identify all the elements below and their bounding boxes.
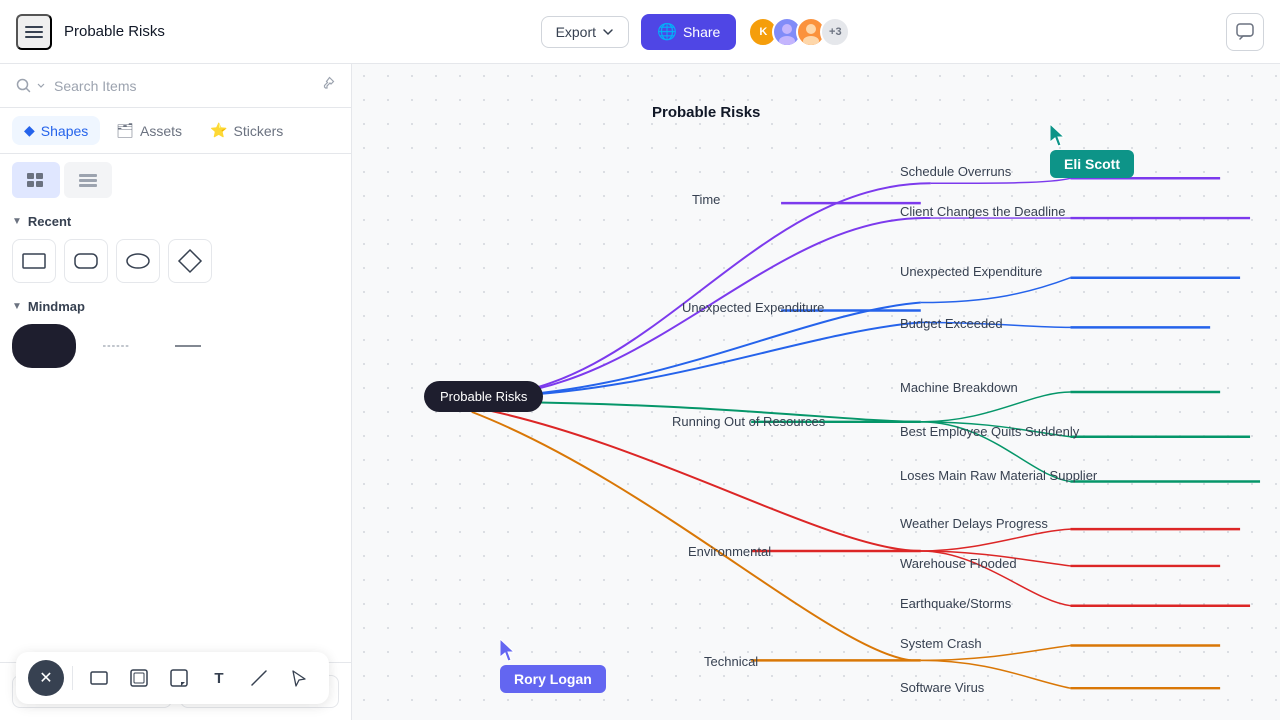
mindmap-connector-dashed[interactable] — [84, 324, 148, 368]
eli-scott-cursor-icon — [1050, 124, 1070, 148]
comment-button[interactable] — [1226, 13, 1264, 51]
mindmap-connector-solid[interactable] — [156, 324, 220, 368]
sg-tab-1[interactable] — [12, 162, 60, 198]
avatar-overflow[interactable]: +3 — [820, 17, 850, 47]
branch-time: Time — [692, 192, 720, 207]
document-title: Probable Risks — [64, 23, 165, 40]
sticky-tool[interactable] — [161, 660, 197, 696]
leaf-unexpected-expenditure: Unexpected Expenditure — [900, 264, 1042, 279]
grid-icon — [27, 173, 45, 187]
search-icon — [16, 78, 32, 94]
assets-tab-label: Assets — [140, 123, 182, 139]
shapes-tab-icon: ◆ — [24, 122, 35, 139]
leaf-best-employee: Best Employee Quits Suddenly — [900, 424, 1079, 439]
pointer-tool[interactable] — [281, 660, 317, 696]
line-tool[interactable] — [241, 660, 277, 696]
bottom-toolbar: ✕ T — [16, 652, 329, 704]
menu-button[interactable] — [16, 14, 52, 50]
line-icon — [250, 669, 268, 687]
list-icon — [79, 173, 97, 187]
leaf-budget-exceeded: Budget Exceeded — [900, 316, 1003, 331]
recent-section-header[interactable]: ▼ Recent — [12, 214, 339, 229]
leaf-system-crash: System Crash — [900, 636, 982, 651]
shape-group-tabs — [0, 154, 351, 206]
assets-tab-icon: 🗂 — [116, 122, 134, 139]
leaf-warehouse: Warehouse Flooded — [900, 556, 1017, 571]
pointer-icon — [290, 669, 308, 687]
rectangle-icon — [90, 669, 108, 687]
leaf-weather: Weather Delays Progress — [900, 516, 1048, 531]
shapes-content: ▼ Recent ▼ Mindmap — [0, 206, 351, 662]
sidebar-tabs: ◆ Shapes 🗂 Assets ⭐ Stickers — [0, 108, 351, 154]
tab-assets[interactable]: 🗂 Assets — [104, 116, 194, 145]
frame-tool[interactable] — [121, 660, 157, 696]
branch-resources: Running Out of Resources — [672, 414, 825, 429]
globe-icon: 🌐 — [657, 22, 677, 42]
eli-scott-label: Eli Scott — [1050, 150, 1134, 178]
toolbar-separator-1 — [72, 666, 73, 690]
shape-ellipse[interactable] — [116, 239, 160, 283]
rory-logan-cursor-icon — [500, 639, 520, 663]
sidebar: ◆ Shapes 🗂 Assets ⭐ Stickers — [0, 64, 352, 720]
comment-icon — [1236, 23, 1254, 41]
collaborator-avatars: K +3 — [748, 17, 850, 47]
export-button[interactable]: Export — [541, 16, 629, 48]
leaf-software-virus: Software Virus — [900, 680, 984, 695]
search-bar — [0, 64, 351, 108]
branch-technical: Technical — [704, 654, 758, 669]
mindmap-label: Mindmap — [28, 299, 85, 314]
tab-shapes[interactable]: ◆ Shapes — [12, 116, 100, 145]
mindmap-node[interactable] — [12, 324, 76, 368]
export-label: Export — [556, 24, 596, 40]
header: Probable Risks Export 🌐 Share K +3 — [0, 0, 1280, 64]
menu-icon — [25, 23, 43, 41]
close-tool-button[interactable]: ✕ — [28, 660, 64, 696]
shape-diamond[interactable] — [168, 239, 212, 283]
rory-logan-label: Rory Logan — [500, 665, 606, 693]
leaf-raw-material: Loses Main Raw Material Supplier — [900, 468, 1097, 483]
center-node-label: Probable Risks — [440, 389, 527, 404]
leaf-machine-breakdown: Machine Breakdown — [900, 380, 1018, 395]
pin-icon — [321, 76, 335, 95]
branch-environmental: Environmental — [688, 544, 771, 559]
share-label: Share — [683, 24, 720, 40]
mindmap-chevron: ▼ — [12, 301, 22, 312]
frame-icon — [130, 669, 148, 687]
search-dropdown-icon — [36, 81, 46, 91]
canvas[interactable]: Probable Risks — [352, 64, 1280, 720]
stickers-tab-label: Stickers — [234, 123, 284, 139]
leaf-schedule-overruns: Schedule Overruns — [900, 164, 1011, 179]
search-input[interactable] — [54, 78, 313, 94]
center-node[interactable]: Probable Risks — [424, 381, 543, 412]
recent-shapes-grid — [12, 239, 339, 283]
mindmap-section-header[interactable]: ▼ Mindmap — [12, 299, 339, 314]
branch-unexpected: Unexpected Expenditure — [682, 300, 824, 315]
shape-rectangle[interactable] — [12, 239, 56, 283]
tab-stickers[interactable]: ⭐ Stickers — [198, 116, 295, 145]
recent-label: Recent — [28, 214, 71, 229]
text-tool[interactable]: T — [201, 660, 237, 696]
chevron-down-icon — [602, 26, 614, 38]
shape-rounded-rect[interactable] — [64, 239, 108, 283]
sg-tab-2[interactable] — [64, 162, 112, 198]
shapes-tab-label: Shapes — [41, 123, 88, 139]
stickers-tab-icon: ⭐ — [210, 122, 227, 139]
rectangle-tool[interactable] — [81, 660, 117, 696]
recent-chevron: ▼ — [12, 216, 22, 227]
eli-scott-pointer: Eli Scott — [1050, 124, 1134, 178]
leaf-earthquake: Earthquake/Storms — [900, 596, 1011, 611]
sticky-icon — [170, 669, 188, 687]
share-button[interactable]: 🌐 Share — [641, 14, 736, 50]
rory-logan-pointer: Rory Logan — [500, 639, 606, 693]
leaf-client-changes: Client Changes the Deadline — [900, 204, 1066, 219]
search-icon-wrap — [16, 78, 46, 94]
mindmap-shapes-grid — [12, 324, 339, 368]
